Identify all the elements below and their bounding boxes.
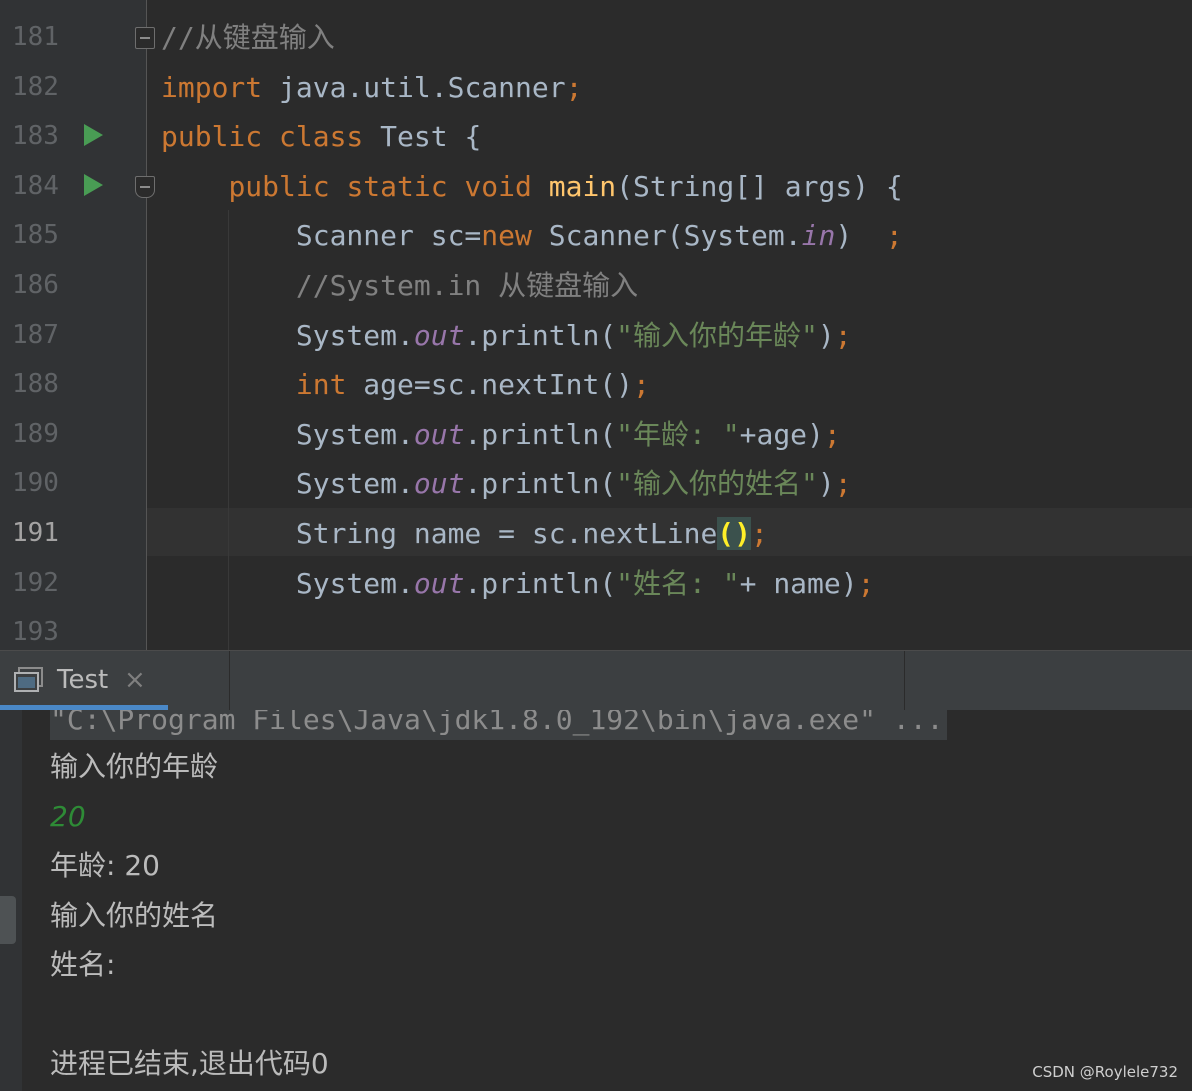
code-token: ; <box>857 566 875 600</box>
console-user-input: 20 <box>50 799 86 833</box>
code-line: //从键盘输入 <box>161 13 335 63</box>
code-token: Test { <box>380 120 482 154</box>
line-number: 191 <box>12 518 59 548</box>
code-token: //System.in 从键盘输入 <box>295 269 639 302</box>
code-token: + name) <box>739 566 858 600</box>
line-number: 184 <box>12 170 59 201</box>
tab-label: Test <box>57 665 109 695</box>
run-console[interactable]: "C:\Program Files\Java\jdk1.8.0_192\bin\… <box>0 710 1192 1091</box>
code-token: Scanner sc= <box>161 219 482 253</box>
line-number: 186 <box>12 270 59 300</box>
console-side-toolbar <box>0 710 22 1091</box>
line-number: 187 <box>12 319 59 350</box>
code-line: int age=sc.nextInt(); <box>161 360 650 410</box>
code-token: //从键盘输入 <box>161 21 335 54</box>
console-output-line: 进程已结束,退出代码0 <box>50 1047 329 1080</box>
watermark: CSDN @Roylele732 <box>1032 1063 1178 1081</box>
code-token: public class <box>161 120 381 154</box>
close-icon[interactable]: × <box>124 667 146 693</box>
code-token: System. <box>161 318 414 352</box>
code-line: Scanner sc=new Scanner(System.in) ; <box>161 211 903 261</box>
code-token: "年龄: " <box>616 417 740 451</box>
code-token: System. <box>161 566 414 600</box>
code-token: out <box>413 566 465 600</box>
code-editor[interactable]: 181 182 183 184 185 186 187 188 189 190 191 192 193 … <box>0 0 1192 650</box>
toolbar-divider <box>904 651 905 711</box>
code-token: .println( <box>464 566 617 600</box>
code-token: ; <box>565 70 583 104</box>
line-number: 185 <box>12 220 59 251</box>
code-token: System. <box>161 417 414 451</box>
code-token: .println( <box>464 318 617 352</box>
code-line: System.out.println("姓名: "+ name); <box>161 559 875 609</box>
code-token: age=sc.nextInt() <box>363 368 634 402</box>
code-token: System. <box>161 467 414 501</box>
code-token: ) <box>817 467 835 501</box>
code-token: new <box>481 219 549 253</box>
code-token: () <box>717 517 752 550</box>
code-token: out <box>413 467 465 501</box>
side-toolbar-button[interactable] <box>0 896 16 944</box>
code-token: main <box>548 169 617 203</box>
code-line: public class Test { <box>161 112 481 162</box>
code-line: System.out.println("年龄: "+age); <box>161 410 841 460</box>
console-output-line: 姓名: <box>50 948 116 981</box>
code-token: .println( <box>464 417 617 451</box>
line-number: 183 <box>12 121 59 152</box>
code-token: in <box>801 219 836 253</box>
code-token: String name = sc.nextLine <box>161 517 718 550</box>
line-number: 193 <box>12 617 59 648</box>
line-number: 188 <box>12 369 59 400</box>
code-token: int <box>295 368 364 402</box>
code-line: System.out.println("输入你的姓名"); <box>161 459 852 509</box>
code-token: Scanner(System. <box>548 219 802 253</box>
fold-icon[interactable] <box>135 176 155 198</box>
run-class-icon[interactable] <box>84 124 103 146</box>
code-token: .println( <box>464 467 617 501</box>
code-token: import <box>161 70 280 104</box>
code-token: ) <box>817 318 835 352</box>
code-token: ; <box>633 368 650 402</box>
code-token: java.util.Scanner <box>279 70 566 104</box>
console-output-line: 输入你的姓名 <box>50 898 219 932</box>
code-line: //System.in 从键盘输入 <box>161 261 638 311</box>
run-main-icon[interactable] <box>84 174 103 196</box>
line-number: 190 <box>12 468 59 499</box>
code-token: "输入你的姓名" <box>616 467 818 501</box>
code-token: ; <box>823 417 841 451</box>
console-output-line: 输入你的年龄 <box>50 750 219 783</box>
code-line: import java.util.Scanner; <box>161 63 582 113</box>
code-token: ; <box>834 467 852 501</box>
code-token: (String[] args) { <box>616 169 903 203</box>
code-token: ; <box>751 517 768 550</box>
code-token: public static void <box>228 169 549 203</box>
code-token: out <box>413 417 465 451</box>
fold-icon[interactable] <box>135 27 155 49</box>
console-output-line: 年龄: 20 <box>50 849 160 882</box>
code-token: ; <box>885 219 903 253</box>
line-number: 189 <box>12 418 59 449</box>
run-tool-window-header: Test × <box>0 650 1192 711</box>
line-number: 192 <box>12 567 59 598</box>
code-line: String name = sc.nextLine(); <box>161 509 768 559</box>
console-icon <box>14 667 43 692</box>
code-token: ) <box>835 219 886 253</box>
tab-test[interactable]: Test × <box>0 651 229 711</box>
toolbar-divider <box>229 651 230 711</box>
line-number: 181 <box>12 22 59 52</box>
code-token: "姓名: " <box>616 566 740 600</box>
code-token: "输入你的年龄" <box>616 318 818 352</box>
console-command-line: "C:\Program Files\Java\jdk1.8.0_192\bin\… <box>50 710 948 740</box>
code-line: public static void main(String[] args) { <box>161 162 903 212</box>
code-token: ; <box>834 318 852 352</box>
code-token: out <box>413 318 465 352</box>
code-token: +age) <box>739 417 824 451</box>
code-line: System.out.println("输入你的年龄"); <box>161 311 852 361</box>
line-number: 182 <box>12 71 59 102</box>
